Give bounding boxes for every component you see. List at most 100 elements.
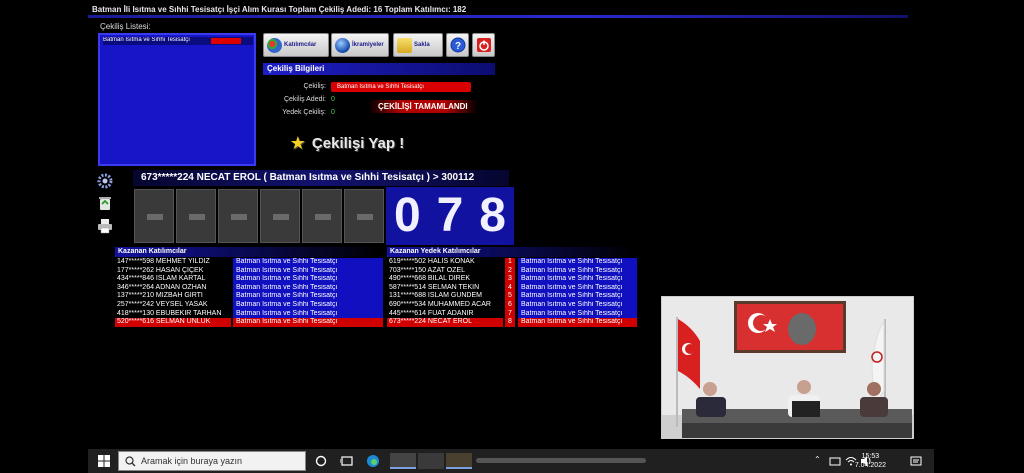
taskbar-app-2[interactable] [418, 453, 444, 469]
app-title: Batman İli Isıtma ve Sıhhi Tesisatçı İşç… [92, 5, 467, 14]
cekilis-select[interactable]: Batman Isıtma ve Sıhhi Tesisatçı [331, 82, 471, 92]
meeting-room-image [662, 297, 913, 438]
table-row: 147*****598 MEHMET YILDIZ Batman Isıtma v… [115, 258, 383, 267]
empty-digit-slot [134, 189, 174, 243]
participant-name: 147*****598 MEHMET YILDIZ [115, 258, 231, 267]
star-icon: ★ [289, 132, 306, 153]
participant-institution: Batman Isıtma ve Sıhhi Tesisatçı [233, 301, 383, 310]
participants-button[interactable]: Katılımcılar [263, 33, 329, 57]
taskbar-app-1[interactable] [390, 453, 416, 469]
taskbar-clock[interactable]: 15:53 7.04.2022 [855, 452, 886, 470]
participant-name: 673*****224 NECAT EROL [387, 318, 503, 327]
cekilis-list[interactable]: Batman Isıtma ve Sıhhi Tesisatçı [98, 33, 256, 166]
drawn-digit: 7 [436, 189, 464, 242]
participant-institution: Batman Isıtma ve Sıhhi Tesisatçı [233, 318, 383, 327]
cekilis-list-label: Çekiliş Listesi: [100, 22, 151, 31]
cekilis-list-item-label: Batman Isıtma ve Sıhhi Tesisatçı [103, 37, 190, 43]
yedek-value: 0 [331, 109, 335, 116]
tray-chevron-icon[interactable]: ⌃ [814, 455, 821, 464]
empty-digit-slot [302, 189, 342, 243]
save-button[interactable]: Sakla [393, 33, 443, 57]
table-row: 418*****130 EBUBEKİR TARHAN Batman Isıtma… [115, 309, 383, 319]
participant-name: 257*****242 VEYSEL YASAK [115, 301, 231, 310]
reserve-rank: 6 [505, 301, 515, 310]
taskbar-search-input[interactable]: Aramak için buraya yazın [118, 451, 306, 471]
participant-name: 445*****614 FUAT ADANIR [387, 309, 503, 319]
svg-text:?: ? [454, 41, 460, 52]
printer-icon[interactable] [97, 218, 113, 234]
task-view-icon[interactable] [340, 454, 354, 468]
notification-icon[interactable] [909, 454, 923, 468]
reserve-rank: 8 [505, 318, 515, 327]
participant-institution: Batman Isıtma ve Sıhhi Tesisatçı [518, 283, 637, 293]
reserves-header: Kazanan Yedek Katılımcılar [387, 247, 637, 257]
participant-institution: Batman Isıtma ve Sıhhi Tesisatçı [518, 318, 637, 327]
participant-institution: Batman Isıtma ve Sıhhi Tesisatçı [518, 301, 637, 310]
drawn-number-display: 0 7 8 [386, 187, 514, 245]
table-row: 490*****668 BİLAL DİREK 3 Batman Isıtma ve… [387, 275, 637, 284]
participant-institution: Batman Isıtma ve Sıhhi Tesisatçı [518, 266, 637, 276]
clock-date: 7.04.2022 [854, 462, 886, 469]
reserve-rank: 5 [505, 292, 515, 301]
edge-browser-icon[interactable] [366, 454, 380, 468]
drawn-digit: 8 [479, 189, 506, 242]
folder-icon [397, 37, 412, 53]
participant-institution: Batman Isıtma ve Sıhhi Tesisatçı [233, 258, 383, 267]
table-row: 257*****242 VEYSEL YASAK Batman Isıtma ve… [115, 301, 383, 310]
reserve-rank: 2 [505, 266, 515, 276]
prizes-button[interactable]: İkramiyeler [331, 33, 389, 57]
draw-button[interactable]: ★ Çekilişi Yap ! [263, 126, 431, 160]
table-row: 137*****210 MİZBAH GİRTİ Batman Isıtma ve… [115, 292, 383, 301]
participant-name: 587*****514 SELMAN TEKİN [387, 283, 503, 293]
recycle-icon[interactable] [97, 195, 113, 211]
participant-institution: Batman Isıtma ve Sıhhi Tesisatçı [518, 275, 637, 284]
table-row: 177*****262 HASAN ÇİÇEK Batman Isıtma ve … [115, 266, 383, 276]
settings-icon[interactable] [97, 173, 113, 189]
participant-name: 490*****668 BİLAL DİREK [387, 275, 503, 284]
drawn-digit: 0 [393, 189, 421, 242]
empty-digit-slot [218, 189, 258, 243]
participant-name: 520*****616 SELMAN ÜNLÜK [115, 318, 231, 327]
help-button[interactable]: ? [446, 33, 469, 57]
reserve-rank: 4 [505, 283, 515, 293]
network-icon[interactable] [828, 454, 842, 468]
participant-institution: Batman Isıtma ve Sıhhi Tesisatçı [518, 292, 637, 301]
table-row: 673*****224 NECAT EROL 8 Batman Isıtma ve … [387, 318, 637, 327]
table-row: 619*****502 HALİS KONAK 1 Batman Isıtma ve… [387, 258, 637, 267]
participant-institution: Batman Isıtma ve Sıhhi Tesisatçı [233, 283, 383, 293]
power-icon [476, 38, 491, 52]
participant-name: 418*****130 EBUBEKİR TARHAN [115, 309, 231, 319]
table-row: 520*****616 SELMAN ÜNLÜK Batman Isıtma ve… [115, 318, 383, 327]
participant-name: 703*****150 AZAT ÖZEL [387, 266, 503, 276]
table-row: 587*****514 SELMAN TEKİN 4 Batman Isıtma v… [387, 283, 637, 293]
cekilis-label: Çekiliş: [303, 83, 326, 90]
participant-institution: Batman Isıtma ve Sıhhi Tesisatçı [233, 292, 383, 301]
taskbar-app-3[interactable] [446, 453, 472, 469]
cekilis-list-item[interactable]: Batman Isıtma ve Sıhhi Tesisatçı [103, 37, 253, 45]
participant-institution: Batman Isıtma ve Sıhhi Tesisatçı [233, 266, 383, 276]
participant-name: 690*****534 MUHAMMED ACAR [387, 301, 503, 310]
cortana-icon[interactable] [314, 454, 328, 468]
table-row: 703*****150 AZAT ÖZEL 2 Batman Isıtma ve S… [387, 266, 637, 276]
clock-time: 15:53 [861, 453, 880, 460]
info-header: Çekiliş Bilgileri [263, 63, 495, 75]
participant-name: 346*****264 ADNAN ÖZHAN [115, 283, 231, 293]
empty-digit-slot [176, 189, 216, 243]
taskbar-scroll[interactable] [476, 458, 646, 463]
draw-button-label: Çekilişi Yap ! [311, 134, 405, 152]
table-row: 445*****614 FUAT ADANIR 7 Batman Isıtma ve… [387, 309, 637, 319]
participant-institution: Batman Isıtma ve Sıhhi Tesisatçı [518, 258, 637, 267]
adet-label: Çekiliş Adedi: [283, 96, 326, 103]
table-row: 434*****846 İSLAM KARTAL Batman Isıtma ve… [115, 275, 383, 284]
reserve-rank: 1 [505, 258, 515, 267]
windows-start-icon[interactable] [98, 455, 110, 467]
globe-icon [335, 37, 350, 53]
search-icon [125, 456, 136, 467]
status-badge: ÇEKİLİŞİ TAMAMLANDI [368, 100, 478, 113]
cekilis-list-item-status [211, 38, 241, 44]
adet-value: 0 [331, 96, 335, 103]
reserve-rank: 3 [505, 275, 515, 284]
help-icon: ? [450, 37, 465, 53]
title-divider [88, 15, 908, 18]
exit-button[interactable] [472, 33, 495, 57]
